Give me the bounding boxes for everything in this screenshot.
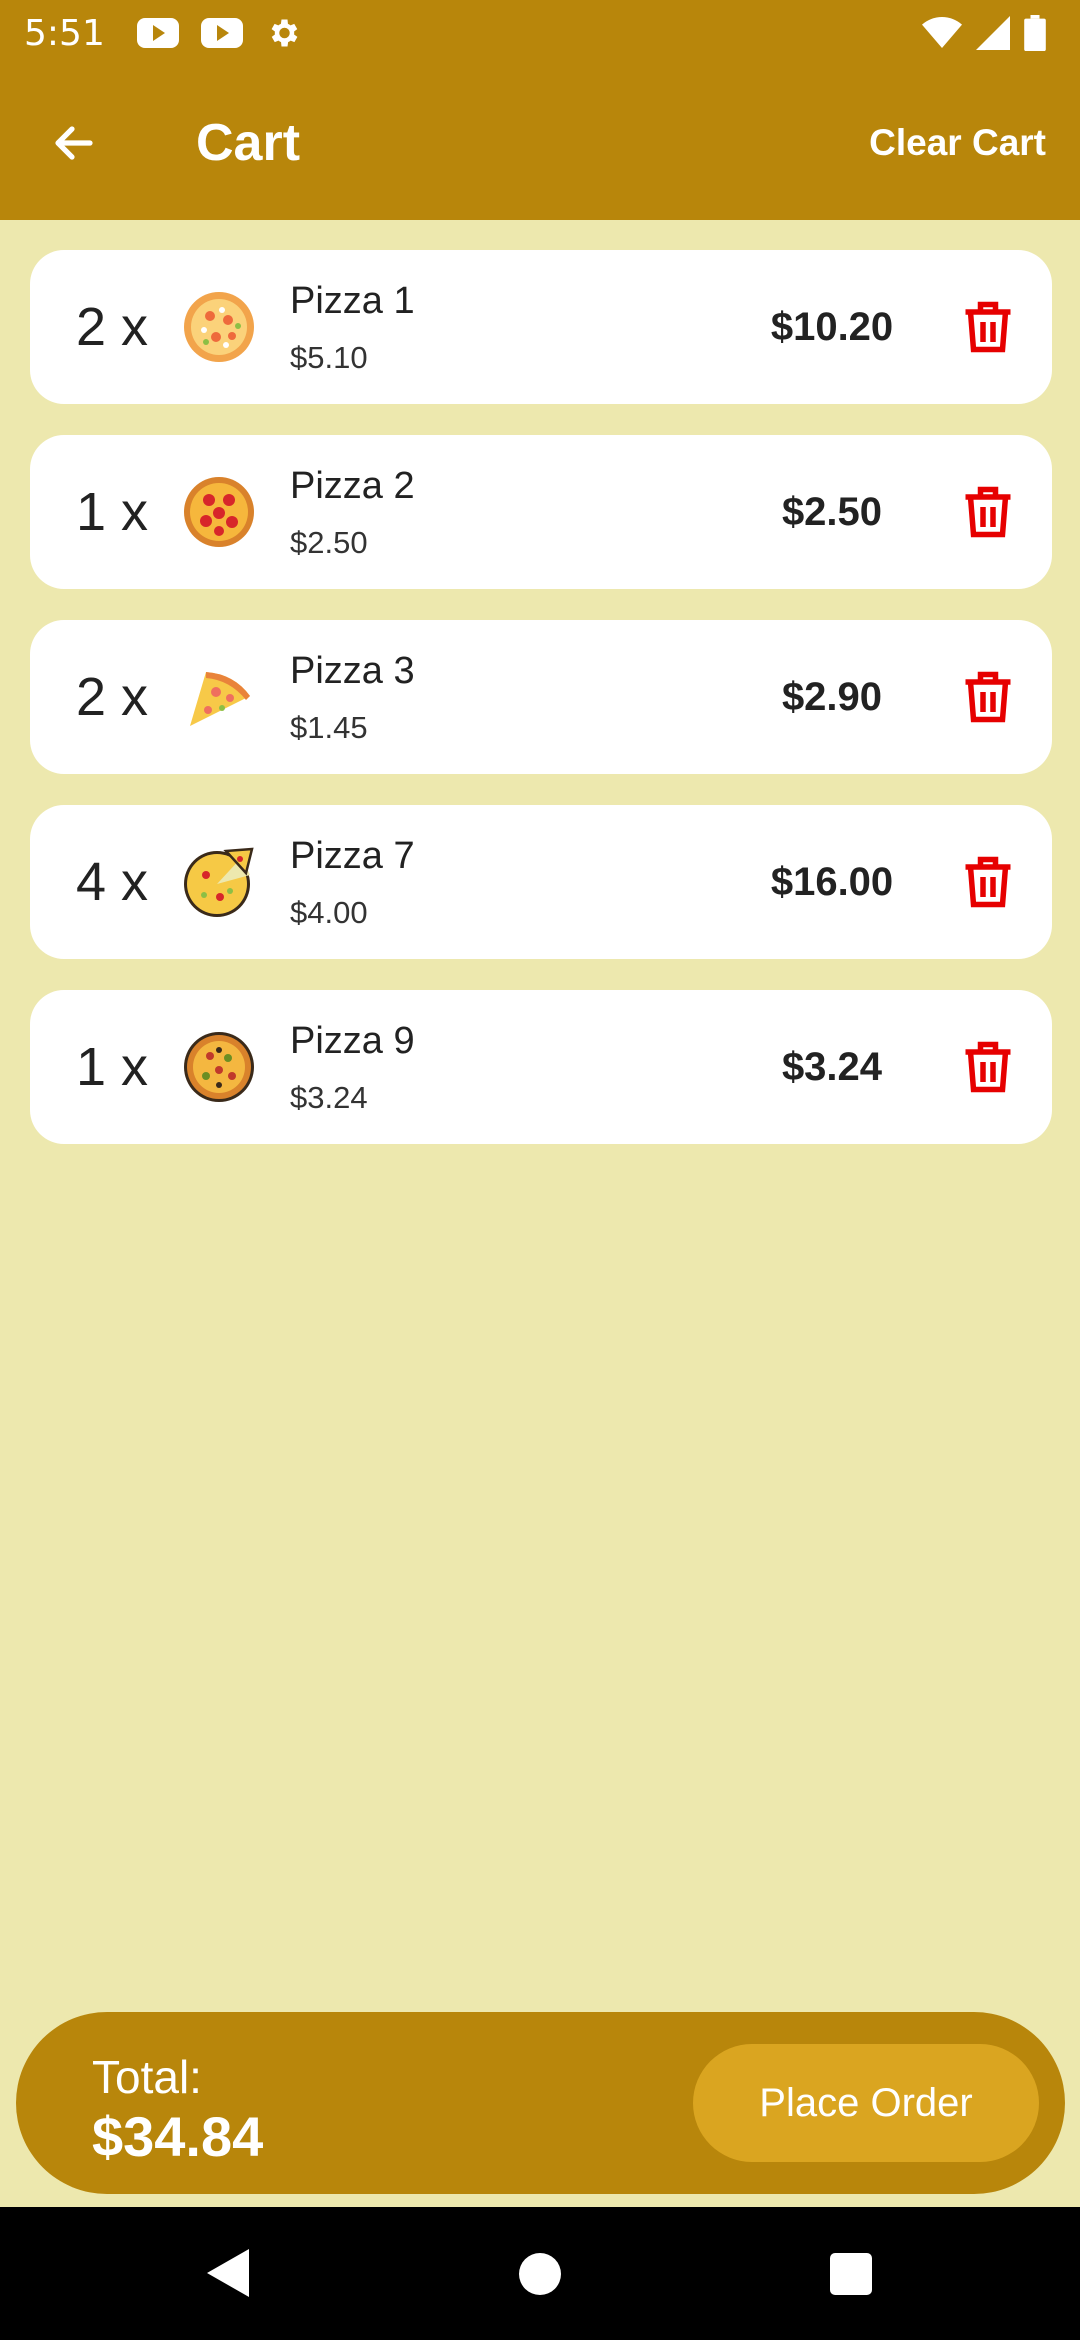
app-bar: Cart Clear Cart: [0, 66, 1080, 220]
status-bar: 5:51: [0, 0, 1080, 66]
item-unit-price: $1.45: [290, 710, 368, 745]
cart-item: 1 x Pizza 9 $3.24 $3.24: [30, 990, 1052, 1144]
item-name: Pizza 1: [290, 280, 415, 322]
item-line-total: $16.00: [770, 859, 894, 904]
item-name: Pizza 9: [290, 1020, 415, 1062]
item-unit-price: $2.50: [290, 525, 368, 560]
item-quantity: 2 x: [76, 297, 149, 357]
back-button[interactable]: [34, 103, 114, 183]
cart-item: 2 x Pizza 1 $5.10 $10.20: [30, 250, 1052, 404]
item-unit-price: $4.00: [290, 895, 368, 930]
cart-item: 1 x Pizza 2 $2.50 $2.50: [30, 435, 1052, 589]
cart-item: 2 x Pizza 3 $1.45 $2.90: [30, 620, 1052, 774]
item-unit-price: $5.10: [290, 340, 368, 375]
page-title: Cart: [196, 114, 301, 172]
pizza-whole-icon: [184, 292, 254, 362]
youtube-icon: [200, 18, 243, 48]
item-quantity: 4 x: [76, 852, 149, 912]
notification-icons: [136, 15, 301, 51]
system-nav-bar: [0, 2207, 1080, 2340]
place-order-button[interactable]: Place Order: [693, 2044, 1039, 2162]
item-unit-price: $3.24: [290, 1080, 368, 1115]
item-name: Pizza 7: [290, 835, 415, 877]
cart-list: 2 x Pizza 1 $5.10 $10.20 1 x Pizza 2 $2.…: [30, 250, 1052, 1175]
total-label: Total:: [92, 2051, 202, 2103]
item-line-total: $10.20: [770, 304, 894, 349]
system-icons: [922, 15, 1056, 51]
item-line-total: $2.90: [781, 674, 883, 719]
battery-icon: [1024, 15, 1046, 51]
item-line-total: $3.24: [781, 1044, 883, 1089]
nav-recents-icon[interactable]: [830, 2253, 872, 2295]
trash-icon[interactable]: [958, 297, 1018, 357]
item-quantity: 1 x: [76, 482, 149, 542]
pizza-slice-icon: [190, 672, 250, 726]
wifi-icon: [922, 17, 962, 48]
settings-gear-icon: [271, 19, 298, 47]
cell-signal-icon: [976, 16, 1010, 50]
status-time: 5:51: [24, 12, 105, 54]
clear-cart-button[interactable]: Clear Cart: [869, 122, 1046, 164]
checkout-bar: Total: $34.84 Place Order: [16, 2012, 1065, 2194]
item-name: Pizza 2: [290, 465, 415, 507]
cart-item: 4 x Pizza 7 $4.00 $16.00: [30, 805, 1052, 959]
trash-icon[interactable]: [958, 482, 1018, 542]
nav-back-icon[interactable]: [205, 2247, 251, 2299]
trash-icon[interactable]: [958, 667, 1018, 727]
total-value: $34.84: [92, 2105, 264, 2168]
arrow-left-icon: [55, 126, 93, 160]
trash-icon[interactable]: [958, 852, 1018, 912]
item-line-total: $2.50: [781, 489, 883, 534]
pizza-cut-icon: [184, 847, 254, 917]
item-name: Pizza 3: [290, 650, 415, 692]
item-quantity: 2 x: [76, 667, 149, 727]
item-quantity: 1 x: [76, 1037, 149, 1097]
pizza-veggie-icon: [184, 1032, 254, 1102]
pizza-pepperoni-icon: [184, 477, 254, 547]
nav-home-icon[interactable]: [519, 2253, 561, 2295]
trash-icon[interactable]: [958, 1037, 1018, 1097]
youtube-icon: [136, 18, 179, 48]
